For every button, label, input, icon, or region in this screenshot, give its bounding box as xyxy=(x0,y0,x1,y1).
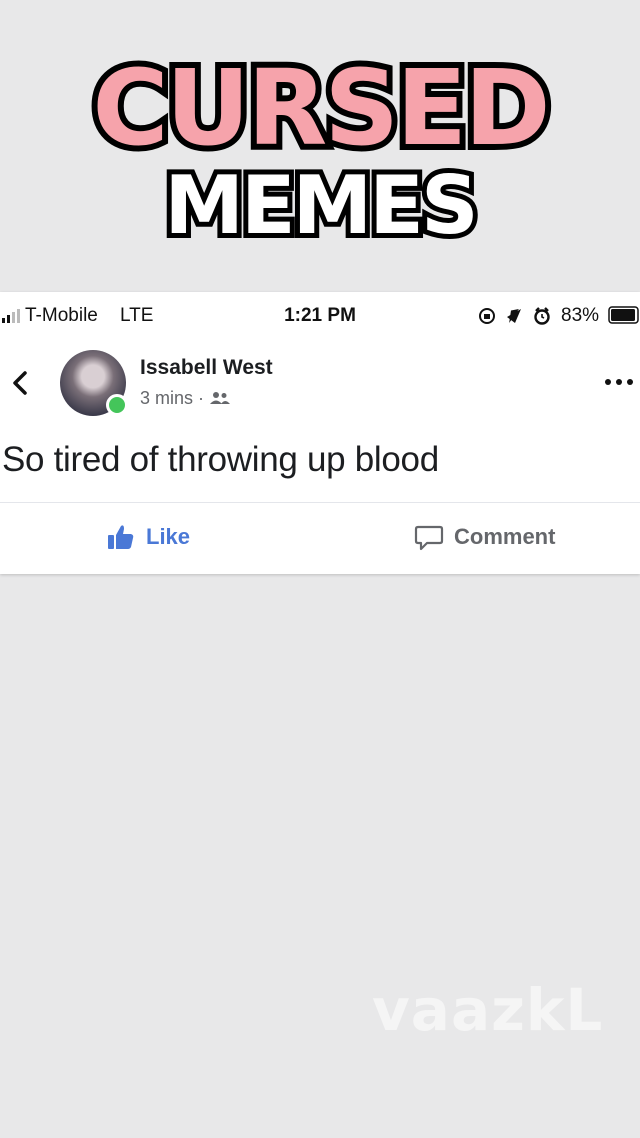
status-icons xyxy=(479,307,550,325)
battery-icon xyxy=(608,306,639,324)
post-meta: 3 mins · xyxy=(140,387,231,409)
comment-label: Comment xyxy=(454,524,556,549)
friends-icon xyxy=(210,392,231,405)
divider xyxy=(0,502,640,503)
author-name[interactable]: Issabell West xyxy=(140,356,273,380)
battery-percent: 83% xyxy=(561,305,600,326)
comment-bubble-icon xyxy=(414,525,444,551)
orientation-lock-icon xyxy=(479,308,495,324)
more-options-icon[interactable] xyxy=(604,378,634,386)
facebook-post-screenshot: T-Mobile LTE 1:21 PM 83% Issabell West 3… xyxy=(0,292,640,574)
title-cursed: CURSED xyxy=(86,47,556,169)
alarm-icon xyxy=(534,307,550,325)
title-memes: MEMES xyxy=(159,159,483,252)
post-timestamp[interactable]: 3 mins xyxy=(140,388,193,408)
like-button[interactable]: Like xyxy=(106,520,190,554)
avatar[interactable] xyxy=(60,350,128,416)
online-status-dot xyxy=(106,394,128,416)
location-arrow-icon xyxy=(507,309,521,323)
watermark: vaazkL xyxy=(372,976,604,1044)
status-bar: T-Mobile LTE 1:21 PM 83% xyxy=(0,292,640,336)
post-text: So tired of throwing up blood xyxy=(2,440,439,479)
meta-separator: · xyxy=(198,387,205,408)
comment-button[interactable]: Comment xyxy=(414,520,555,554)
like-label: Like xyxy=(146,524,191,549)
back-chevron-icon[interactable] xyxy=(8,368,32,398)
thumbs-up-icon xyxy=(108,525,134,549)
